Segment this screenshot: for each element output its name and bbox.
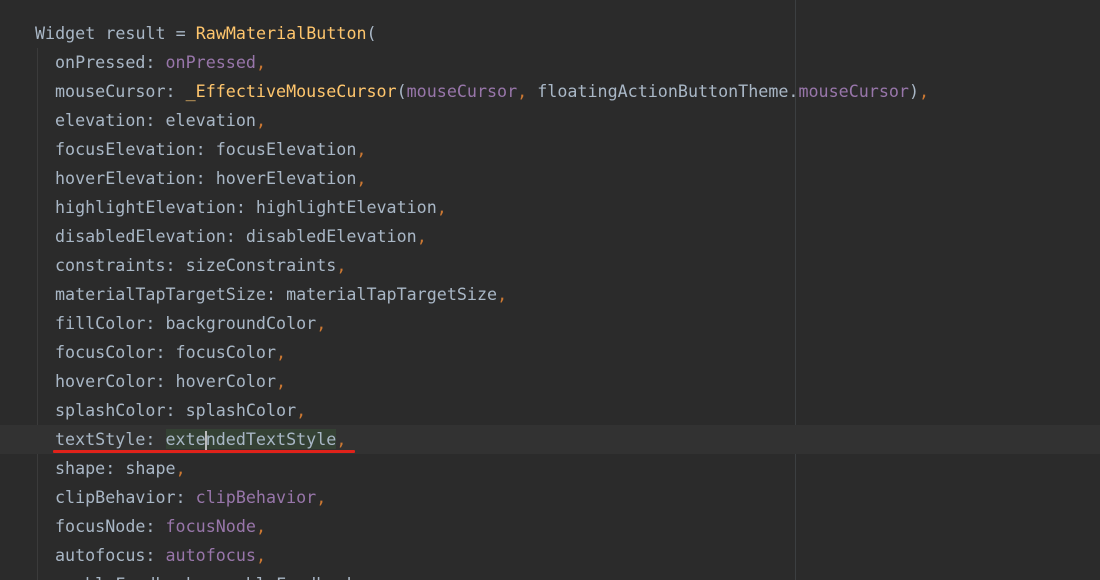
code-token-plain: hoverElevation: hoverElevation [55, 168, 357, 188]
code-token-field: mouseCursor [798, 81, 909, 101]
code-token-plain: Widget result = [35, 23, 196, 43]
code-token-comma: , [336, 255, 347, 275]
code-token-comma: , [517, 81, 538, 101]
code-line-text: mouseCursor: _EffectiveMouseCursor(mouse… [55, 77, 929, 106]
code-line[interactable]: focusNode: focusNode, [0, 512, 1100, 541]
code-line-text: highlightElevation: highlightElevation, [55, 193, 447, 222]
code-line-text: constraints: sizeConstraints, [55, 251, 346, 280]
code-token-field: autofocus [165, 545, 256, 565]
code-line-text: elevation: elevation, [55, 106, 266, 135]
code-token-plain: floatingActionButtonTheme [537, 81, 789, 101]
code-token-comma: , [356, 139, 367, 159]
code-token-field: mouseCursor [406, 81, 518, 101]
code-token-comma: , [316, 487, 327, 507]
code-token-plain: exte [165, 429, 206, 449]
code-token-plain: autofocus: [55, 545, 166, 565]
code-token-plain: fillColor: backgroundColor [55, 313, 317, 333]
code-token-comma: , [276, 342, 287, 362]
code-line[interactable]: onPressed: onPressed, [0, 48, 1100, 77]
code-line[interactable]: shape: shape, [0, 454, 1100, 483]
code-line[interactable]: enableFeedback: enableFeedback, [0, 570, 1100, 580]
code-token-class: _EffectiveMouseCursor [185, 81, 397, 101]
identifier-usage-highlight: extendedTextStyle [165, 429, 337, 451]
code-token-plain: hoverColor: hoverColor [55, 371, 277, 391]
code-token-field: clipBehavior [195, 487, 317, 507]
code-line[interactable]: splashColor: splashColor, [0, 396, 1100, 425]
code-token-field: focusNode [165, 516, 256, 536]
code-token-comma: , [296, 400, 307, 420]
code-token-comma: , [919, 81, 930, 101]
code-token-comma: , [436, 197, 447, 217]
code-token-comma: , [255, 110, 266, 130]
code-line-text: focusElevation: focusElevation, [55, 135, 366, 164]
code-line[interactable]: constraints: sizeConstraints, [0, 251, 1100, 280]
code-line-text: disabledElevation: disabledElevation, [55, 222, 427, 251]
code-token-comma: , [356, 574, 366, 580]
code-line-text: onPressed: onPressed, [55, 48, 266, 77]
code-line[interactable]: Widget result = RawMaterialButton( [0, 19, 1100, 48]
code-token-comma: , [356, 168, 367, 188]
code-token-plain: textStyle: [55, 429, 166, 449]
code-token-plain: elevation: elevation [55, 110, 256, 130]
code-token-plain: ndedTextStyle [205, 429, 337, 449]
code-token-plain: materialTapTargetSize: materialTapTarget… [55, 284, 498, 304]
code-line[interactable]: mouseCursor: _EffectiveMouseCursor(mouse… [0, 77, 1100, 106]
code-line[interactable]: materialTapTargetSize: materialTapTarget… [0, 280, 1100, 309]
code-line[interactable]: clipBehavior: clipBehavior, [0, 483, 1100, 512]
code-token-plain: enableFeedback: enableFeedback [55, 574, 356, 580]
code-token-comma: , [336, 429, 347, 449]
code-line[interactable]: disabledElevation: disabledElevation, [0, 222, 1100, 251]
code-token-plain: focusColor: focusColor [55, 342, 277, 362]
code-token-paren: ) [908, 81, 920, 101]
code-line-text: autofocus: autofocus, [55, 541, 266, 570]
code-lines[interactable]: Widget result = RawMaterialButton(onPres… [0, 19, 1100, 580]
code-token-field: onPressed [165, 52, 256, 72]
code-line-text: fillColor: backgroundColor, [55, 309, 326, 338]
code-token-paren: ( [396, 81, 407, 101]
code-line-text: clipBehavior: clipBehavior, [55, 483, 326, 512]
code-line-text: focusNode: focusNode, [55, 512, 266, 541]
code-token-comma: , [497, 284, 508, 304]
code-token-comma: , [255, 516, 266, 536]
code-line-text: enableFeedback: enableFeedback, [55, 570, 366, 580]
code-line-text: materialTapTargetSize: materialTapTarget… [55, 280, 507, 309]
code-line[interactable]: highlightElevation: highlightElevation, [0, 193, 1100, 222]
code-line-text: hoverElevation: hoverElevation, [55, 164, 366, 193]
code-line[interactable]: fillColor: backgroundColor, [0, 309, 1100, 338]
code-token-plain: highlightElevation: highlightElevation [55, 197, 437, 217]
code-token-comma: , [416, 226, 427, 246]
code-line[interactable]: hoverColor: hoverColor, [0, 367, 1100, 396]
code-token-plain: disabledElevation: disabledElevation [55, 226, 417, 246]
code-token-plain: constraints: sizeConstraints [55, 255, 337, 275]
code-token-comma: , [316, 313, 327, 333]
code-line[interactable]: elevation: elevation, [0, 106, 1100, 135]
code-token-class: RawMaterialButton [195, 23, 367, 43]
code-line[interactable]: autofocus: autofocus, [0, 541, 1100, 570]
code-token-dot: . [788, 81, 799, 101]
code-line-text: shape: shape, [55, 454, 186, 483]
code-token-plain: onPressed: [55, 52, 166, 72]
code-line-text: hoverColor: hoverColor, [55, 367, 286, 396]
code-token-comma: , [255, 545, 266, 565]
code-token-comma: , [175, 458, 186, 478]
code-token-comma: , [276, 371, 287, 391]
code-token-comma: , [255, 52, 266, 72]
code-line[interactable]: focusColor: focusColor, [0, 338, 1100, 367]
red-annotation-underline [53, 450, 355, 453]
code-token-plain: focusNode: [55, 516, 166, 536]
code-token-plain: mouseCursor: [55, 81, 186, 101]
code-token-plain: focusElevation: focusElevation [55, 139, 357, 159]
code-token-plain: shape: shape [55, 458, 176, 478]
code-line[interactable]: hoverElevation: hoverElevation, [0, 164, 1100, 193]
code-token-paren: ( [366, 23, 377, 43]
code-token-plain: clipBehavior: [55, 487, 196, 507]
code-editor[interactable]: Widget result = RawMaterialButton(onPres… [0, 0, 1100, 580]
code-token-plain: splashColor: splashColor [55, 400, 297, 420]
code-line-text: focusColor: focusColor, [55, 338, 286, 367]
code-line-text: splashColor: splashColor, [55, 396, 306, 425]
code-line[interactable]: focusElevation: focusElevation, [0, 135, 1100, 164]
code-line-text: Widget result = RawMaterialButton( [35, 19, 377, 48]
